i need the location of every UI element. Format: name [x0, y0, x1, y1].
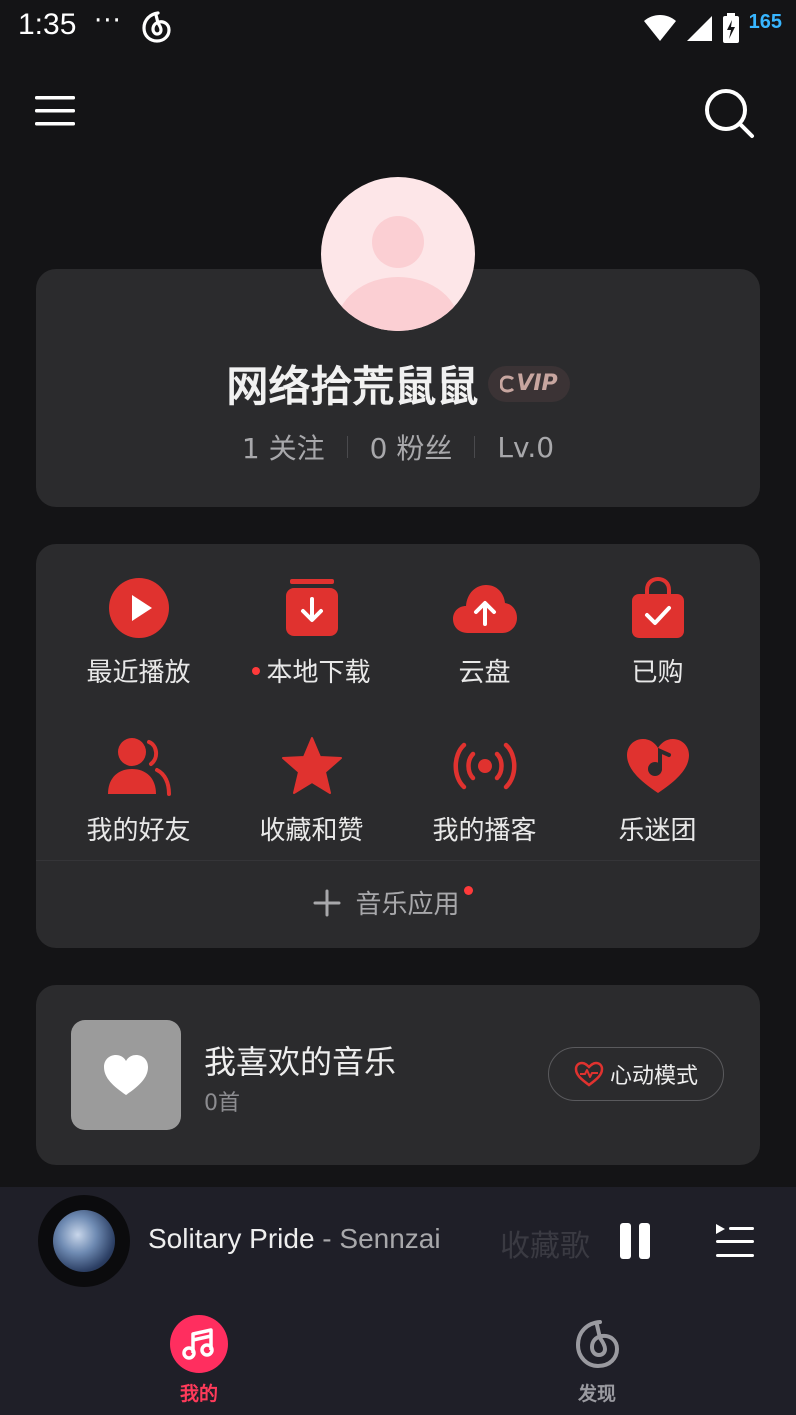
netease-music-status-icon: [142, 11, 171, 43]
avatar[interactable]: [321, 177, 475, 331]
divider: [346, 436, 348, 458]
tab-mine[interactable]: 我的: [139, 1315, 259, 1406]
grid-item-label: 已购: [631, 658, 684, 688]
grid-item-label: 本地下载: [266, 658, 371, 688]
new-badge-dot: [463, 886, 473, 895]
star-icon: [281, 737, 342, 794]
cloud-upload-icon: [452, 585, 517, 633]
grid-item-podcast[interactable]: 我的播客: [398, 732, 571, 890]
plus-icon: [313, 889, 341, 916]
grid-item-favorites[interactable]: 收藏和赞: [225, 732, 398, 890]
music-apps-label: 音乐应用: [355, 890, 460, 920]
username[interactable]: 网络拾荒鼠鼠: [226, 353, 478, 414]
stats-row: 1 关注 0 粉丝 Lv.0: [36, 427, 760, 467]
album-disc[interactable]: [38, 1195, 130, 1287]
pause-icon: [620, 1223, 631, 1259]
followers-count[interactable]: 0 粉丝: [370, 427, 453, 467]
pause-button[interactable]: [620, 1223, 654, 1259]
music-note-icon: [182, 1328, 214, 1360]
liked-music-card[interactable]: 我喜欢的音乐 0首 心动模式: [36, 985, 760, 1165]
bottom-tab-bar: 我的 发现: [0, 1297, 796, 1415]
heartbeat-mode-button[interactable]: 心动模式: [548, 1047, 724, 1101]
new-badge-dot: [252, 666, 261, 675]
status-time: 1:35: [18, 8, 77, 41]
grid-item-label: 我的播客: [432, 816, 537, 846]
user-level[interactable]: Lv.0: [497, 431, 554, 464]
grid-item-label: 云盘: [458, 658, 511, 688]
vip-badge[interactable]: VIP: [488, 365, 570, 402]
now-playing-track[interactable]: Solitary Pride - Sennzai: [148, 1223, 441, 1255]
grid-item-purchased[interactable]: 已购: [571, 574, 744, 732]
mini-player[interactable]: 收藏歌 Solitary Pride - Sennzai: [0, 1187, 796, 1297]
album-art: [53, 1210, 115, 1272]
vip-badge-label: VIP: [516, 371, 558, 396]
grid-item-friends[interactable]: 我的好友: [52, 732, 225, 890]
grid-item-label: 收藏和赞: [259, 816, 364, 846]
grid-item-cloud-disk[interactable]: 云盘: [398, 574, 571, 732]
track-artist: - Sennzai: [314, 1223, 441, 1254]
grid-item-fan-club[interactable]: 乐迷团: [571, 732, 744, 890]
playlist-tab-ghost: 收藏歌: [500, 1229, 590, 1264]
music-apps-button[interactable]: 音乐应用: [36, 884, 760, 921]
vip-c-icon: [500, 374, 515, 393]
menu-icon[interactable]: [34, 90, 76, 132]
grid-item-label: 最近播放: [86, 658, 191, 688]
friends-icon: [107, 738, 171, 796]
tab-mine-label: 我的: [179, 1383, 218, 1405]
battery-charging-icon: [722, 13, 739, 43]
shortcut-grid-card: 最近播放 本地下载 云盘 已购 我的好友 收藏和赞 我的播客 乐迷团 音乐应用: [36, 544, 760, 948]
playlist-icon[interactable]: [714, 1221, 756, 1261]
cell-signal-icon: [686, 16, 712, 41]
netease-logo-icon: [575, 1320, 620, 1369]
play-circle-icon: [108, 578, 169, 638]
shopping-bag-icon: [631, 577, 684, 638]
heart-note-icon: [626, 739, 689, 793]
track-title: Solitary Pride: [148, 1223, 315, 1254]
liked-music-cover: [71, 1020, 181, 1130]
tab-discover-label: 发现: [577, 1383, 616, 1405]
tab-discover[interactable]: 发现: [537, 1315, 657, 1406]
heartbeat-icon: [574, 1061, 604, 1087]
liked-music-count: 0首: [204, 1091, 240, 1116]
notification-dots-icon: ···: [94, 6, 122, 36]
liked-music-title: 我喜欢的音乐: [204, 1043, 397, 1081]
default-avatar-icon: [336, 216, 460, 331]
status-icons: 165: [643, 8, 782, 48]
divider: [474, 436, 476, 458]
search-icon[interactable]: [700, 84, 758, 142]
heart-icon: [104, 1055, 148, 1095]
status-bar: 1:35 ··· 165: [0, 0, 796, 56]
grid-item-recent-play[interactable]: 最近播放: [52, 574, 225, 732]
following-count[interactable]: 1 关注: [242, 427, 325, 467]
heartbeat-mode-label: 心动模式: [609, 1064, 698, 1089]
grid-item-label: 我的好友: [86, 816, 191, 846]
download-box-icon: [285, 579, 338, 636]
grid-item-local-download[interactable]: 本地下载: [225, 574, 398, 732]
shortcut-grid: 最近播放 本地下载 云盘 已购 我的好友 收藏和赞 我的播客 乐迷团: [36, 574, 776, 890]
wifi-icon: [643, 15, 676, 41]
grid-item-label: 乐迷团: [618, 816, 697, 846]
divider: [36, 860, 760, 861]
battery-level: 165: [748, 10, 782, 33]
username-row: 网络拾荒鼠鼠 VIP: [36, 353, 760, 414]
broadcast-icon: [453, 742, 516, 790]
